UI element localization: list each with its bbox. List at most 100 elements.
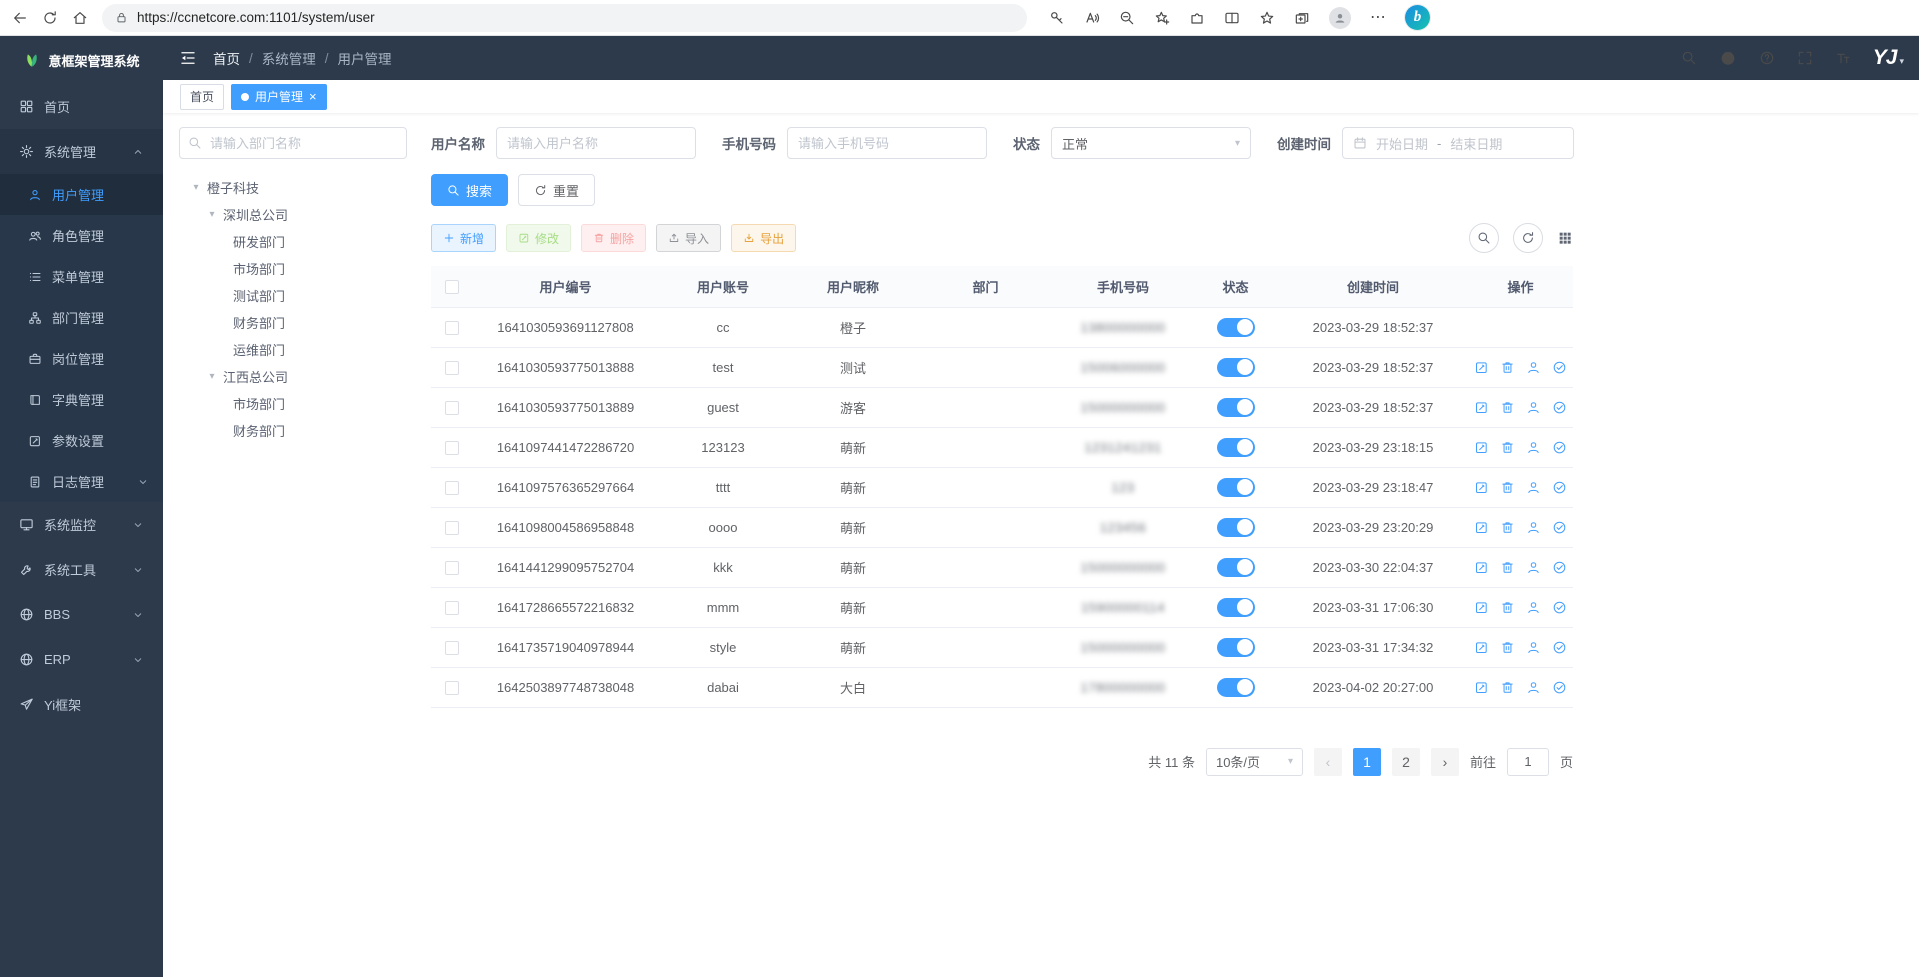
sidebar-item-bbs[interactable]: BBS xyxy=(0,592,163,637)
assign-role-icon[interactable] xyxy=(1552,560,1567,575)
row-checkbox[interactable] xyxy=(445,681,459,695)
reset-password-icon[interactable] xyxy=(1526,520,1541,535)
next-page-button[interactable]: › xyxy=(1431,748,1459,776)
row-checkbox[interactable] xyxy=(445,361,459,375)
password-key-icon[interactable] xyxy=(1049,10,1065,26)
reset-password-icon[interactable] xyxy=(1526,640,1541,655)
reset-password-icon[interactable] xyxy=(1526,480,1541,495)
delete-button[interactable]: 删除 xyxy=(581,224,646,252)
tree-node-dept[interactable]: 市场部门 xyxy=(179,390,407,417)
edit-icon[interactable] xyxy=(1474,680,1489,695)
refresh-table-button[interactable] xyxy=(1513,223,1543,253)
reset-password-icon[interactable] xyxy=(1526,360,1541,375)
status-toggle[interactable] xyxy=(1217,398,1255,417)
page-button-2[interactable]: 2 xyxy=(1392,748,1420,776)
row-checkbox[interactable] xyxy=(445,441,459,455)
tree-node-dept[interactable]: 测试部门 xyxy=(179,282,407,309)
sidebar-item-posts[interactable]: 岗位管理 xyxy=(0,338,163,379)
assign-role-icon[interactable] xyxy=(1552,680,1567,695)
edit-icon[interactable] xyxy=(1474,440,1489,455)
browser-refresh-icon[interactable] xyxy=(42,10,58,26)
font-size-icon[interactable] xyxy=(1835,50,1851,66)
caret-down-icon[interactable]: ▾ xyxy=(207,209,217,220)
sidebar-item-logs[interactable]: 日志管理 xyxy=(0,461,163,502)
status-toggle[interactable] xyxy=(1217,318,1255,337)
reset-password-icon[interactable] xyxy=(1526,600,1541,615)
delete-icon[interactable] xyxy=(1500,560,1515,575)
address-bar[interactable]: https://ccnetcore.com:1101/system/user xyxy=(102,4,1027,32)
sidebar-item-dictionary[interactable]: 字典管理 xyxy=(0,379,163,420)
edit-icon[interactable] xyxy=(1474,560,1489,575)
assign-role-icon[interactable] xyxy=(1552,520,1567,535)
tree-node-company[interactable]: ▾橙子科技 xyxy=(179,174,407,201)
tree-node-dept[interactable]: 财务部门 xyxy=(179,417,407,444)
row-checkbox[interactable] xyxy=(445,641,459,655)
add-favorite-icon[interactable] xyxy=(1154,10,1170,26)
edit-icon[interactable] xyxy=(1474,360,1489,375)
tree-node-dept[interactable]: 市场部门 xyxy=(179,255,407,282)
reset-password-icon[interactable] xyxy=(1526,440,1541,455)
assign-role-icon[interactable] xyxy=(1552,360,1567,375)
prev-page-button[interactable]: ‹ xyxy=(1314,748,1342,776)
fullscreen-icon[interactable] xyxy=(1797,50,1813,66)
status-toggle[interactable] xyxy=(1217,358,1255,377)
username-input[interactable] xyxy=(496,127,696,159)
export-button[interactable]: 导出 xyxy=(731,224,796,252)
delete-icon[interactable] xyxy=(1500,520,1515,535)
select-all-checkbox[interactable] xyxy=(445,280,459,294)
assign-role-icon[interactable] xyxy=(1552,600,1567,615)
phone-input[interactable] xyxy=(787,127,987,159)
status-toggle[interactable] xyxy=(1217,638,1255,657)
toggle-search-button[interactable] xyxy=(1469,223,1499,253)
sidebar-item-users[interactable]: 用户管理 xyxy=(0,174,163,215)
tag-user-management[interactable]: 用户管理 × xyxy=(231,84,327,110)
sidebar-item-home[interactable]: 首页 xyxy=(0,84,163,129)
status-toggle[interactable] xyxy=(1217,438,1255,457)
delete-icon[interactable] xyxy=(1500,440,1515,455)
collections-icon[interactable] xyxy=(1294,10,1310,26)
caret-down-icon[interactable]: ▾ xyxy=(191,182,201,193)
close-icon[interactable]: × xyxy=(309,90,317,103)
row-checkbox[interactable] xyxy=(445,561,459,575)
delete-icon[interactable] xyxy=(1500,480,1515,495)
delete-icon[interactable] xyxy=(1500,360,1515,375)
status-toggle[interactable] xyxy=(1217,598,1255,617)
import-button[interactable]: 导入 xyxy=(656,224,721,252)
browser-back-icon[interactable] xyxy=(12,10,28,26)
edit-icon[interactable] xyxy=(1474,400,1489,415)
header-search-icon[interactable] xyxy=(1681,50,1697,66)
edit-icon[interactable] xyxy=(1474,640,1489,655)
row-checkbox[interactable] xyxy=(445,601,459,615)
delete-icon[interactable] xyxy=(1500,400,1515,415)
extensions-icon[interactable] xyxy=(1189,10,1205,26)
breadcrumb-system[interactable]: 系统管理 xyxy=(262,48,316,68)
assign-role-icon[interactable] xyxy=(1552,480,1567,495)
bing-icon[interactable]: b xyxy=(1405,5,1430,30)
page-size-select[interactable]: 10条/页 ▾ xyxy=(1206,748,1303,776)
sidebar-item-parameters[interactable]: 参数设置 xyxy=(0,420,163,461)
row-checkbox[interactable] xyxy=(445,321,459,335)
user-avatar[interactable]: YJ ▾ xyxy=(1873,46,1903,70)
sidebar-item-system[interactable]: 系统管理 xyxy=(0,129,163,174)
browser-more-icon[interactable]: ⋯ xyxy=(1370,10,1386,26)
split-screen-icon[interactable] xyxy=(1224,10,1240,26)
tree-node-dept[interactable]: 财务部门 xyxy=(179,309,407,336)
sidebar-item-menus[interactable]: 菜单管理 xyxy=(0,256,163,297)
help-icon[interactable] xyxy=(1759,50,1775,66)
delete-icon[interactable] xyxy=(1500,600,1515,615)
sidebar-item-departments[interactable]: 部门管理 xyxy=(0,297,163,338)
collapse-sidebar-icon[interactable] xyxy=(179,49,197,67)
row-checkbox[interactable] xyxy=(445,401,459,415)
app-logo[interactable]: 意框架管理系统 xyxy=(0,36,163,84)
delete-icon[interactable] xyxy=(1500,640,1515,655)
caret-down-icon[interactable]: ▾ xyxy=(207,371,217,382)
zoom-out-icon[interactable] xyxy=(1119,10,1135,26)
row-checkbox[interactable] xyxy=(445,521,459,535)
read-aloud-icon[interactable] xyxy=(1084,10,1100,26)
favorites-bar-icon[interactable] xyxy=(1259,10,1275,26)
edit-icon[interactable] xyxy=(1474,480,1489,495)
reset-password-icon[interactable] xyxy=(1526,680,1541,695)
status-toggle[interactable] xyxy=(1217,558,1255,577)
github-icon[interactable] xyxy=(1719,49,1737,67)
tag-home[interactable]: 首页 xyxy=(180,84,224,110)
